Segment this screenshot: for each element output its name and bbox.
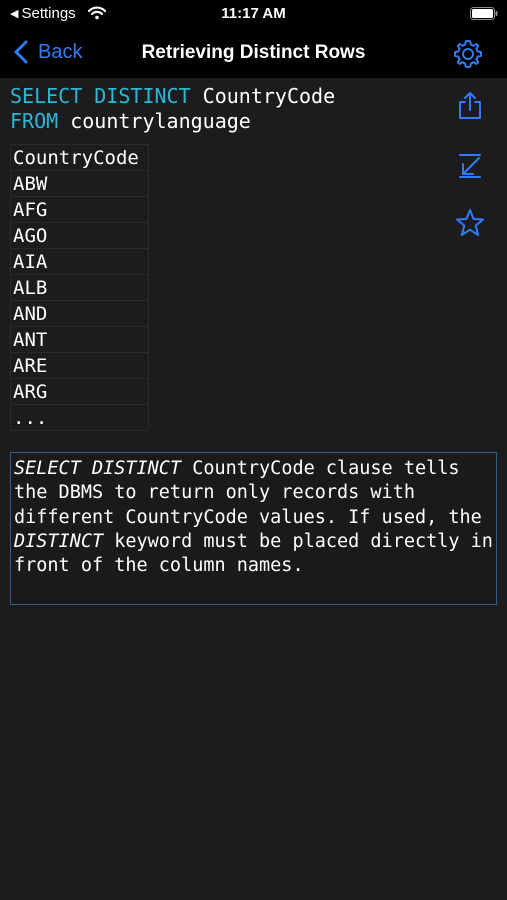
table-row: ALB xyxy=(10,274,149,301)
sql-text: countrylanguage xyxy=(58,109,251,133)
explanation-italic: SELECT DISTINCT xyxy=(14,458,182,479)
table-cell: ARE xyxy=(10,352,149,379)
table-cell: AND xyxy=(10,300,149,327)
battery-icon xyxy=(470,7,498,20)
content-area: SELECT DISTINCT CountryCode FROM country… xyxy=(0,78,507,900)
table-cell: AIA xyxy=(10,248,149,275)
gear-icon[interactable] xyxy=(452,38,484,70)
table-row: AFG xyxy=(10,196,149,223)
table-cell: ALB xyxy=(10,274,149,301)
table-cell: AGO xyxy=(10,222,149,249)
table-row: AND xyxy=(10,300,149,327)
sql-keyword: SELECT DISTINCT xyxy=(10,84,191,108)
table-cell: ARG xyxy=(10,378,149,405)
table-row: ARE xyxy=(10,352,149,379)
table-header-row: CountryCode xyxy=(10,144,149,171)
navigation-bar: Back Retrieving Distinct Rows xyxy=(0,28,507,78)
table-cell: ANT xyxy=(10,326,149,353)
explanation-box: SELECT DISTINCT CountryCode clause tells… xyxy=(10,452,497,605)
sql-text: CountryCode xyxy=(190,84,336,108)
table-row: ANT xyxy=(10,326,149,353)
share-icon[interactable] xyxy=(455,91,485,121)
sql-query: SELECT DISTINCT CountryCode FROM country… xyxy=(10,84,335,134)
table-row: AGO xyxy=(10,222,149,249)
table-cell: ABW xyxy=(10,170,149,197)
export-icon[interactable] xyxy=(455,150,485,180)
sql-keyword: FROM xyxy=(10,109,59,133)
explanation-italic: DISTINCT xyxy=(14,530,104,552)
table-row: ABW xyxy=(10,170,149,197)
status-bar: ◀ Settings 11:17 AM xyxy=(0,0,507,28)
table-cell: AFG xyxy=(10,196,149,223)
table-row: ... xyxy=(10,404,149,431)
page-title: Retrieving Distinct Rows xyxy=(141,42,366,63)
table-row: ARG xyxy=(10,378,149,405)
result-rows: ABW AFG AGO AIA ALB AND ANT ARE ARG... xyxy=(10,170,149,431)
table-cell: ... xyxy=(10,404,149,431)
column-header: CountryCode xyxy=(10,144,149,171)
result-table: CountryCode ABW AFG AGO AIA ALB AND ANT ARE ARG.… xyxy=(10,144,149,431)
table-row: AIA xyxy=(10,248,149,275)
status-time: 11:17 AM xyxy=(221,5,286,22)
favorite-star-icon[interactable] xyxy=(455,208,485,238)
